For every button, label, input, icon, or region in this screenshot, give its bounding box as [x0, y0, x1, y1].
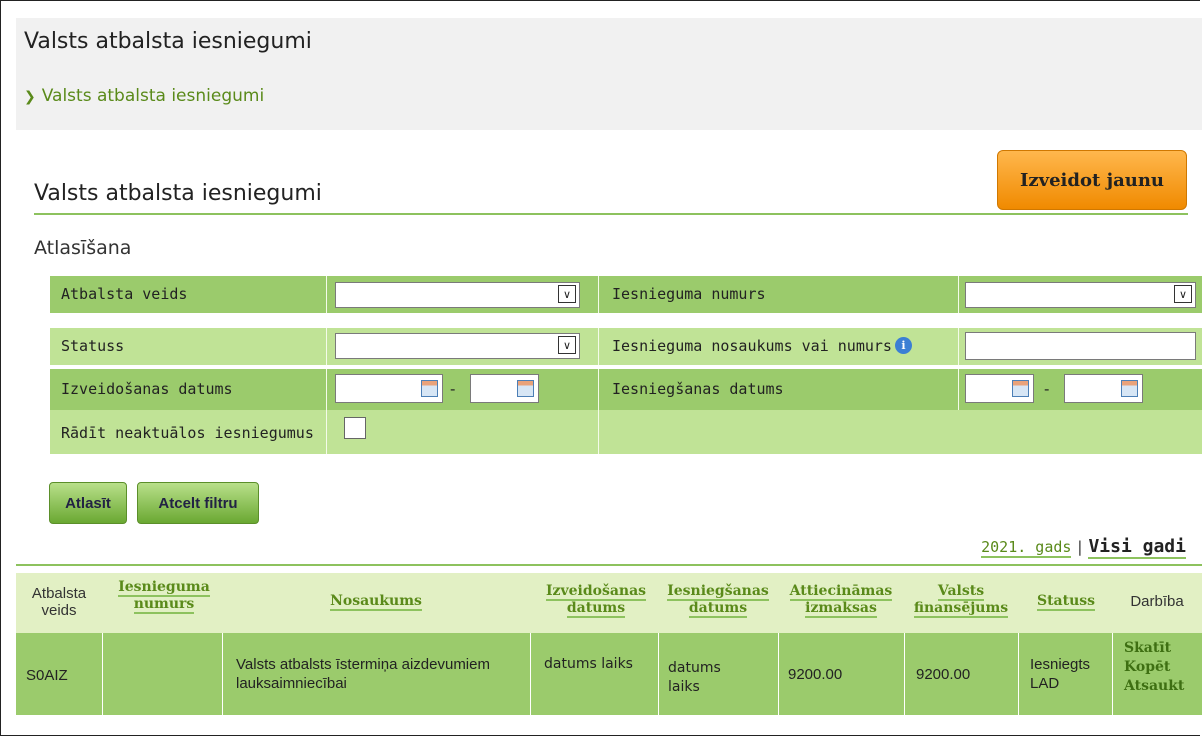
header-name[interactable]: Nosaukums [222, 593, 530, 611]
chevron-down-icon[interactable]: ∨ [558, 285, 576, 303]
cell-state-funding: 9200.00 [916, 666, 971, 683]
cell-name: Valsts atbalsts īstermiņa aizdevumiem la… [236, 656, 490, 692]
show-inactive-label: Rādīt neaktuālos iesniegumus [61, 424, 314, 442]
calendar-icon[interactable] [1121, 380, 1138, 397]
submitted-date-to-input[interactable] [1064, 374, 1143, 403]
table-header: Atbalsta veids Iesnieguma numurs Nosauku… [16, 573, 1202, 633]
header-created[interactable]: Izveidošanas datums [534, 583, 658, 618]
application-name-label: Iesnieguma nosaukums vai numurs i [612, 337, 912, 355]
header-eligible-costs[interactable]: Attiecināmas izmaksas [778, 583, 904, 618]
header-actions: Darbība [1130, 593, 1184, 610]
created-date-label: Izveidošanas datums [61, 380, 233, 398]
application-number-select[interactable]: ∨ [965, 282, 1196, 308]
section-title: Valsts atbalsta iesniegumi [34, 181, 322, 206]
application-name-input[interactable] [965, 332, 1196, 360]
year-current-link[interactable]: 2021. gads [981, 538, 1072, 558]
status-select[interactable]: ∨ [335, 333, 580, 359]
header-state-funding[interactable]: Valsts finansējums [904, 583, 1018, 618]
calendar-icon[interactable] [1012, 380, 1029, 397]
status-label: Statuss [61, 337, 125, 355]
date-separator: - [1044, 380, 1050, 398]
cell-status: Iesniegts LAD [1030, 656, 1091, 692]
filter-row-1: Atbalsta veids ∨ Iesnieguma numurs ∨ [50, 276, 1202, 313]
view-action-link[interactable]: Skatīt [1124, 639, 1200, 658]
table-divider [16, 564, 1202, 566]
cell-actions: Skatīt Kopēt Atsaukt [1124, 639, 1200, 696]
chevron-down-icon[interactable]: ∨ [1174, 285, 1192, 303]
created-date-to-input[interactable] [470, 374, 539, 403]
revoke-action-link[interactable]: Atsaukt [1124, 677, 1200, 696]
year-filter: 2021. gads | Visi gadi [981, 536, 1186, 559]
filter-row-3: Izveidošanas datums - Iesniegšanas datum… [50, 369, 1202, 410]
filter-title: Atlasīšana [34, 237, 132, 259]
created-date-from-input[interactable] [335, 374, 443, 403]
table-row: S0AIZ Valsts atbalsts īstermiņa aizdevum… [16, 633, 1202, 715]
support-type-select[interactable]: ∨ [335, 282, 580, 308]
filter-row-4: Rādīt neaktuālos iesniegumus [50, 410, 1202, 454]
copy-action-link[interactable]: Kopēt [1124, 658, 1200, 677]
breadcrumb-label[interactable]: Valsts atbalsta iesniegumi [42, 86, 264, 106]
cell-submitted: datums laiks [668, 660, 721, 695]
chevron-down-icon[interactable]: ∨ [558, 336, 576, 354]
submitted-date-label: Iesniegšanas datums [612, 380, 784, 398]
submitted-date-from-input[interactable] [965, 374, 1034, 403]
clear-filter-button[interactable]: Atcelt filtru [137, 482, 259, 524]
year-separator: | [1075, 538, 1085, 556]
year-all-link[interactable]: Visi gadi [1088, 536, 1186, 559]
cell-support-type: S0AIZ [26, 667, 68, 684]
application-number-label: Iesnieguma numurs [612, 285, 766, 303]
calendar-icon[interactable] [517, 380, 534, 397]
header-support-type: Atbalsta veids [31, 585, 87, 619]
breadcrumb[interactable]: ❯ Valsts atbalsta iesniegumi [24, 86, 264, 106]
cell-eligible-costs: 9200.00 [788, 666, 843, 683]
calendar-icon[interactable] [421, 380, 438, 397]
filter-row-2: Statuss ∨ Iesnieguma nosaukums vai numur… [50, 328, 1202, 365]
header-number[interactable]: Iesnieguma numurs [106, 579, 222, 614]
cell-created: datums laiks [544, 656, 633, 672]
apply-filter-button[interactable]: Atlasīt [49, 482, 127, 524]
section-divider [34, 213, 1188, 215]
support-type-label: Atbalsta veids [61, 285, 188, 303]
page-title: Valsts atbalsta iesniegumi [24, 29, 312, 54]
info-icon[interactable]: i [894, 337, 912, 354]
create-new-button[interactable]: Izveidot jaunu [997, 150, 1187, 210]
show-inactive-checkbox[interactable] [344, 417, 366, 439]
header-submitted[interactable]: Iesniegšanas datums [658, 583, 778, 618]
date-separator: - [450, 380, 456, 398]
chevron-down-icon: ❯ [24, 89, 36, 105]
header-status[interactable]: Statuss [1020, 593, 1112, 611]
